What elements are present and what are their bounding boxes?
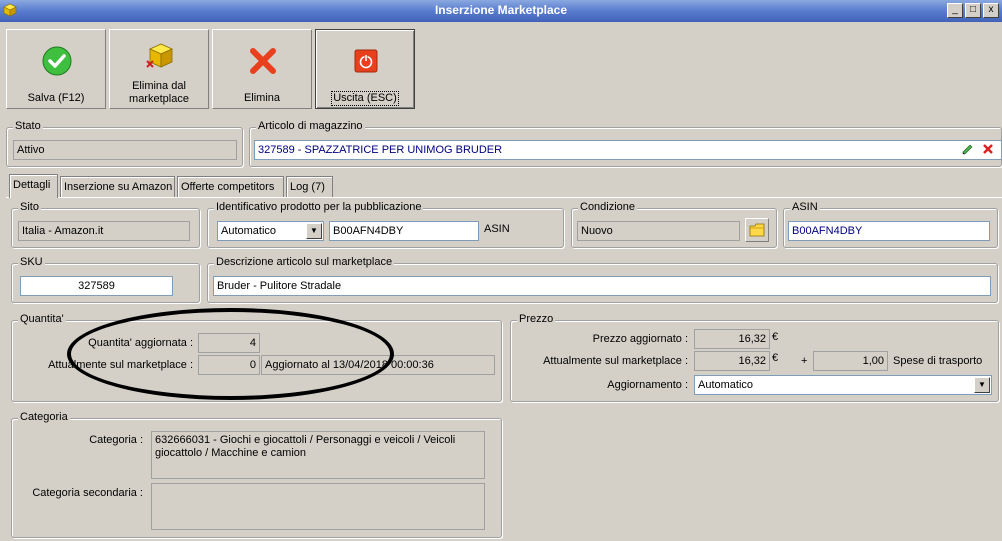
stato-legend: Stato bbox=[13, 120, 43, 132]
check-icon bbox=[42, 46, 72, 76]
exit-button[interactable]: Uscita (ESC) bbox=[315, 29, 415, 109]
save-label: Salva (F12) bbox=[27, 92, 85, 104]
tab-dettagli[interactable]: Dettagli bbox=[9, 174, 58, 198]
categoria-legend: Categoria bbox=[18, 411, 70, 423]
identificativo-mode-select[interactable]: Automatico ▼ bbox=[217, 221, 324, 241]
sito-field: Italia - Amazon.it bbox=[18, 221, 190, 241]
prezzo-currency2: € bbox=[772, 352, 779, 364]
articolo-field[interactable]: 327589 - SPAZZATRICE PER UNIMOG BRUDER bbox=[254, 140, 1002, 160]
minimize-button[interactable]: _ bbox=[947, 3, 963, 18]
prezzo-update-value: Automatico bbox=[698, 379, 754, 391]
sito-legend: Sito bbox=[18, 201, 41, 213]
red-x-icon bbox=[250, 48, 276, 74]
prezzo-update-label: Aggiornamento : bbox=[607, 379, 688, 391]
condizione-browse-button[interactable] bbox=[745, 218, 769, 242]
close-button[interactable]: x bbox=[983, 3, 999, 18]
asin-field[interactable]: B00AFN4DBY bbox=[788, 221, 990, 241]
sku-field[interactable]: 327589 bbox=[20, 276, 173, 296]
identificativo-legend: Identificativo prodotto per la pubblicaz… bbox=[214, 201, 424, 213]
delete-mp-label: Elimina dal marketplace bbox=[110, 80, 208, 106]
prezzo-update-select[interactable]: Automatico ▼ bbox=[694, 375, 992, 395]
prezzo-updated-field: 16,32 bbox=[694, 329, 770, 349]
quantita-updated-field: 4 bbox=[198, 333, 260, 353]
tab-line bbox=[6, 197, 1002, 198]
prezzo-shipping-label: Spese di trasporto bbox=[893, 355, 983, 367]
chevron-down-icon[interactable]: ▼ bbox=[974, 377, 990, 393]
identificativo-mode-value: Automatico bbox=[221, 225, 277, 237]
quantita-current-label: Attualmente sul marketplace : bbox=[48, 359, 193, 371]
maximize-button[interactable]: □ bbox=[965, 3, 981, 18]
asin-legend: ASIN bbox=[790, 201, 820, 213]
delete-label: Elimina bbox=[243, 92, 281, 104]
box-delete-icon bbox=[146, 43, 173, 68]
categoria-label: Categoria : bbox=[89, 434, 143, 446]
clear-x-icon[interactable] bbox=[982, 143, 994, 155]
categoria-field: 632666031 - Giochi e giocattoli / Person… bbox=[151, 431, 485, 479]
articolo-legend: Articolo di magazzino bbox=[256, 120, 365, 132]
condizione-legend: Condizione bbox=[578, 201, 638, 213]
categoria-secondary-label: Categoria secondaria : bbox=[32, 487, 143, 499]
quantita-legend: Quantita' bbox=[18, 313, 66, 325]
folder-icon bbox=[749, 223, 765, 237]
prezzo-shipping-field: 1,00 bbox=[813, 351, 888, 371]
delete-mp-label-line2: marketplace bbox=[129, 93, 189, 105]
quantita-current-field: 0 bbox=[198, 355, 260, 375]
tab-log[interactable]: Log (7) bbox=[286, 176, 333, 197]
identificativo-type-label: ASIN bbox=[484, 223, 510, 235]
descrizione-legend: Descrizione articolo sul marketplace bbox=[214, 256, 395, 268]
chevron-down-icon[interactable]: ▼ bbox=[306, 223, 322, 239]
prezzo-legend: Prezzo bbox=[517, 313, 556, 325]
delete-mp-label-line1: Elimina dal bbox=[132, 80, 186, 92]
pencil-icon[interactable] bbox=[961, 142, 975, 156]
quantita-updated-at: Aggiornato al 13/04/2018 00:00:36 bbox=[261, 355, 495, 375]
tab-offerte-competitors[interactable]: Offerte competitors bbox=[177, 176, 284, 197]
categoria-secondary-field bbox=[151, 483, 485, 530]
delete-button[interactable]: Elimina bbox=[212, 29, 312, 109]
power-icon bbox=[354, 49, 378, 73]
prezzo-plus: + bbox=[801, 355, 808, 367]
condizione-field: Nuovo bbox=[577, 221, 740, 241]
title-bar: Inserzione Marketplace _ □ x bbox=[0, 0, 1002, 22]
quantita-updated-label: Quantita' aggiornata : bbox=[88, 337, 193, 349]
prezzo-current-field: 16,32 bbox=[694, 351, 770, 371]
delete-from-marketplace-button[interactable]: Elimina dal marketplace bbox=[109, 29, 209, 109]
prezzo-current-label: Attualmente sul marketplace : bbox=[543, 355, 688, 367]
prezzo-currency: € bbox=[772, 331, 779, 343]
window-title: Inserzione Marketplace bbox=[434, 3, 568, 17]
save-button[interactable]: Salva (F12) bbox=[6, 29, 106, 109]
stato-field: Attivo bbox=[13, 140, 237, 160]
sku-legend: SKU bbox=[18, 256, 45, 268]
identificativo-code-input[interactable]: B00AFN4DBY bbox=[329, 221, 479, 241]
exit-label: Uscita (ESC) bbox=[331, 91, 399, 106]
tab-inserzione-amazon[interactable]: Inserzione su Amazon bbox=[60, 176, 175, 197]
descrizione-field[interactable]: Bruder - Pulitore Stradale bbox=[213, 276, 991, 296]
prezzo-updated-label: Prezzo aggiornato : bbox=[592, 333, 688, 345]
